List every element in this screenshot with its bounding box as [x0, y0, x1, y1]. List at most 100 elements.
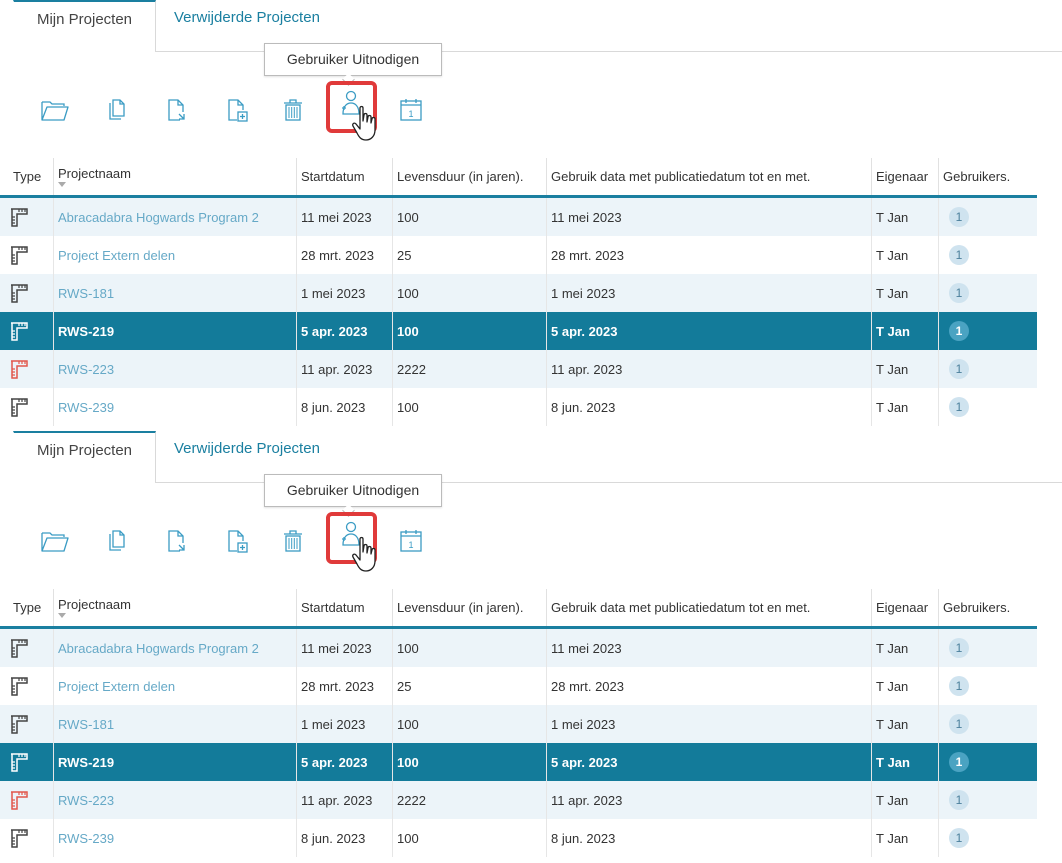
project-link[interactable]: RWS-219	[58, 755, 114, 770]
add-page-icon[interactable]	[222, 525, 252, 555]
users-count-badge[interactable]: 1	[949, 828, 969, 848]
users-count-badge[interactable]: 1	[949, 397, 969, 417]
users-count-badge[interactable]: 1	[949, 321, 969, 341]
col-header-startdatum[interactable]: Startdatum	[296, 589, 393, 629]
project-link[interactable]: Project Extern delen	[58, 248, 175, 263]
export-icon[interactable]	[162, 525, 192, 555]
users-count-badge[interactable]: 1	[949, 359, 969, 379]
table-row[interactable]: RWS-239 8 jun. 2023 100 8 jun. 2023 T Jan 1	[0, 388, 1037, 426]
project-link[interactable]: Project Extern delen	[58, 679, 175, 694]
hand-cursor-icon	[351, 104, 381, 142]
cell-gebruikers: 1	[938, 312, 1037, 350]
ruler-icon	[11, 639, 28, 658]
col-header-gebruikers[interactable]: Gebruikers.	[938, 589, 1037, 629]
col-header-projectnaam[interactable]: Projectnaam	[53, 589, 297, 629]
col-header-gebruikers[interactable]: Gebruikers.	[938, 158, 1037, 198]
users-count-badge[interactable]: 1	[949, 283, 969, 303]
col-header-startdatum[interactable]: Startdatum	[296, 158, 393, 198]
tab-mijn-projecten[interactable]: Mijn Projecten	[13, 0, 156, 52]
table-row[interactable]: Abracadabra Hogwards Program 2 11 mei 202…	[0, 627, 1037, 667]
copy-icon[interactable]	[103, 94, 133, 124]
trash-icon[interactable]	[278, 94, 308, 124]
col-header-gebruik-data[interactable]: Gebruik data met publicatiedatum tot en …	[546, 589, 872, 629]
trash-icon[interactable]	[278, 525, 308, 555]
cell-projectnaam: RWS-239	[53, 819, 297, 857]
cell-startdatum: 28 mrt. 2023	[296, 236, 393, 274]
cell-levensduur: 2222	[392, 350, 547, 388]
ruler-icon	[11, 791, 28, 810]
cell-gebruikers: 1	[938, 819, 1037, 857]
ruler-icon	[11, 322, 28, 341]
table-row[interactable]: RWS-239 8 jun. 2023 100 8 jun. 2023 T Jan 1	[0, 819, 1037, 857]
open-folder-icon[interactable]	[40, 525, 70, 555]
calendar-icon[interactable]: 1	[396, 94, 426, 124]
cell-levensduur: 100	[392, 819, 547, 857]
table-row[interactable]: RWS-223 11 apr. 2023 2222 11 apr. 2023 T Jan…	[0, 781, 1037, 819]
users-count-badge[interactable]: 1	[949, 714, 969, 734]
project-link[interactable]: RWS-239	[58, 831, 114, 846]
users-count-badge[interactable]: 1	[949, 245, 969, 265]
cell-gebruik-data: 11 apr. 2023	[546, 350, 872, 388]
cell-gebruikers: 1	[938, 388, 1037, 426]
hand-cursor-icon	[351, 535, 381, 573]
col-header-levensduur[interactable]: Levensduur (in jaren).	[392, 158, 547, 198]
users-count-badge[interactable]: 1	[949, 752, 969, 772]
project-link[interactable]: Abracadabra Hogwards Program 2	[58, 641, 259, 656]
tooltip: Gebruiker Uitnodigen	[264, 474, 442, 517]
cell-type	[0, 196, 54, 236]
cell-startdatum: 8 jun. 2023	[296, 819, 393, 857]
project-link[interactable]: RWS-219	[58, 324, 114, 339]
col-header-type[interactable]: Type	[0, 158, 54, 198]
tab-mijn-projecten[interactable]: Mijn Projecten	[13, 431, 156, 483]
sort-desc-icon	[58, 613, 66, 618]
cell-levensduur: 2222	[392, 781, 547, 819]
col-header-eigenaar[interactable]: Eigenaar	[871, 158, 939, 198]
cell-projectnaam: Abracadabra Hogwards Program 2	[53, 196, 297, 236]
table-row[interactable]: RWS-181 1 mei 2023 100 1 mei 2023 T Jan 1	[0, 705, 1037, 743]
users-count-badge[interactable]: 1	[949, 638, 969, 658]
col-header-projectnaam[interactable]: Projectnaam	[53, 158, 297, 198]
table-header-row: Type Projectnaam Startdatum Levensduur (…	[0, 158, 1037, 198]
ruler-icon	[11, 398, 28, 417]
cell-levensduur: 25	[392, 236, 547, 274]
project-link[interactable]: Abracadabra Hogwards Program 2	[58, 210, 259, 225]
table-row[interactable]: RWS-219 5 apr. 2023 100 5 apr. 2023 T Jan 1	[0, 312, 1037, 350]
cell-startdatum: 11 apr. 2023	[296, 781, 393, 819]
table-row[interactable]: RWS-181 1 mei 2023 100 1 mei 2023 T Jan 1	[0, 274, 1037, 312]
cell-gebruikers: 1	[938, 743, 1037, 781]
col-header-label: Type	[13, 169, 42, 184]
table-row[interactable]: Abracadabra Hogwards Program 2 11 mei 202…	[0, 196, 1037, 236]
cell-eigenaar: T Jan	[871, 274, 939, 312]
cell-type	[0, 388, 54, 426]
table-row[interactable]: RWS-219 5 apr. 2023 100 5 apr. 2023 T Jan 1	[0, 743, 1037, 781]
project-link[interactable]: RWS-239	[58, 400, 114, 415]
calendar-icon[interactable]: 1	[396, 525, 426, 555]
users-count-badge[interactable]: 1	[949, 676, 969, 696]
open-folder-icon[interactable]	[40, 94, 70, 124]
cell-type	[0, 819, 54, 857]
users-count-badge[interactable]: 1	[949, 207, 969, 227]
col-header-eigenaar[interactable]: Eigenaar	[871, 589, 939, 629]
cell-gebruik-data: 8 jun. 2023	[546, 819, 872, 857]
table-row[interactable]: Project Extern delen 28 mrt. 2023 25 28 mrt…	[0, 236, 1037, 274]
col-header-label: Type	[13, 600, 42, 615]
table-row[interactable]: Project Extern delen 28 mrt. 2023 25 28 mrt…	[0, 667, 1037, 705]
cell-projectnaam: RWS-223	[53, 781, 297, 819]
cell-startdatum: 11 mei 2023	[296, 627, 393, 667]
project-link[interactable]: RWS-223	[58, 793, 114, 808]
col-header-gebruik-data[interactable]: Gebruik data met publicatiedatum tot en …	[546, 158, 872, 198]
cell-gebruikers: 1	[938, 667, 1037, 705]
copy-icon[interactable]	[103, 525, 133, 555]
ruler-icon	[11, 829, 28, 848]
cell-levensduur: 100	[392, 274, 547, 312]
project-link[interactable]: RWS-181	[58, 717, 114, 732]
col-header-levensduur[interactable]: Levensduur (in jaren).	[392, 589, 547, 629]
col-header-type[interactable]: Type	[0, 589, 54, 629]
users-count-badge[interactable]: 1	[949, 790, 969, 810]
table-row[interactable]: RWS-223 11 apr. 2023 2222 11 apr. 2023 T Jan…	[0, 350, 1037, 388]
project-link[interactable]: RWS-181	[58, 286, 114, 301]
project-link[interactable]: RWS-223	[58, 362, 114, 377]
export-icon[interactable]	[162, 94, 192, 124]
add-page-icon[interactable]	[222, 94, 252, 124]
col-header-label: Eigenaar	[876, 169, 929, 184]
